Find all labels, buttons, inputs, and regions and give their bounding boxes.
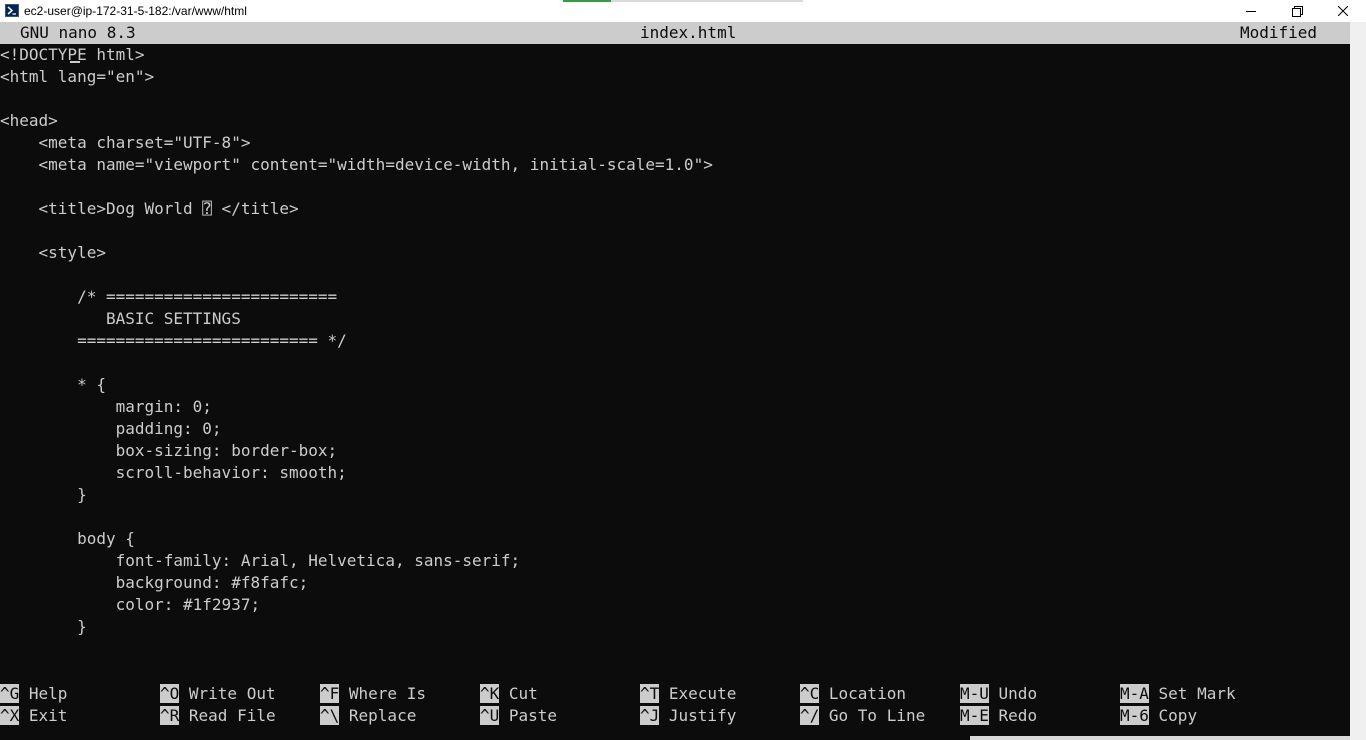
restore-icon [1291,5,1303,17]
shortcut-key: ^\ [320,706,340,725]
close-button[interactable] [1320,0,1366,22]
close-icon [1338,6,1348,16]
scroll-up-arrow[interactable] [1354,26,1362,30]
shortcut-key: M-U [960,684,989,703]
minimize-icon [1246,11,1256,12]
editor-line: ========================= */ [0,331,347,350]
nano-header-bar: GNU nano 8.3 index.html Modified [0,22,1350,44]
minimize-button[interactable] [1228,0,1274,22]
shortcut-label: Undo [988,684,1038,703]
editor-line: <style> [0,243,106,262]
shortcut-item: ^C Location [800,683,906,705]
shortcut-label: Replace [339,706,417,725]
modified-status: Modified [1240,23,1318,42]
tab-indicator [563,0,611,2]
title-bar[interactable]: ec2-user@ip-172-31-5-182:/var/www/html [0,0,1366,22]
shortcut-item: M-6 Copy [1120,705,1197,727]
shortcut-item: ^F Where Is [320,683,426,705]
shortcut-label: Cut [499,684,538,703]
shortcut-item: ^X Exit [0,705,67,727]
shortcut-label: Justify [659,706,737,725]
nano-version: GNU nano 8.3 [20,23,136,42]
editor-line: /* ======================== [0,287,338,306]
shortcut-item: ^J Justify [640,705,736,727]
shortcut-key: ^G [0,684,20,703]
editor-line: box-sizing: border-box; [0,441,338,460]
editor-line: <meta charset="UTF-8"> [0,133,251,152]
shortcut-label: Read File [179,706,276,725]
editor-line: <title>Dog World ⍰ </title> [0,199,299,218]
maximize-button[interactable] [1274,0,1320,22]
shortcut-item: ^/ Go To Line [800,705,925,727]
editor-line: } [0,617,87,636]
shortcut-key: ^T [640,684,660,703]
shortcut-item: ^U Paste [480,705,557,727]
shortcut-key: ^C [800,684,820,703]
shortcut-label: Set Mark [1148,684,1236,703]
shortcut-key: ^R [160,706,180,725]
editor-line: * { [0,375,106,394]
editor-line: body { [0,529,135,548]
shortcut-item: M-A Set Mark [1120,683,1236,705]
editor-line: margin: 0; [0,397,212,416]
shortcut-label: Redo [988,706,1038,725]
powershell-icon [5,4,19,17]
terminal-window: ec2-user@ip-172-31-5-182:/var/www/html G… [0,0,1366,740]
editor-line: font-family: Arial, Helvetica, sans-seri… [0,551,521,570]
shortcut-label: Location [819,684,906,703]
shortcut-key: ^K [480,684,500,703]
shortcut-key: ^F [320,684,340,703]
shortcut-item: ^O Write Out [160,683,276,705]
shortcut-item: ^T Execute [640,683,736,705]
shortcut-label: Execute [659,684,737,703]
editor-line: } [0,485,87,504]
text-cursor [70,61,80,63]
scroll-indicator [970,736,1350,740]
shortcut-key: ^X [0,706,20,725]
shortcut-key: ^U [480,706,500,725]
tab-indicator-track [611,0,803,2]
shortcut-item: ^\ Replace [320,705,416,727]
editor-line: <head> [0,111,58,130]
editor-line: <meta name="viewport" content="width=dev… [0,155,713,174]
shortcut-key: M-A [1120,684,1149,703]
shortcut-item: M-U Undo [960,683,1037,705]
editor-line: BASIC SETTINGS [0,309,241,328]
shortcut-item: M-E Redo [960,705,1037,727]
editor-line: color: #1f2937; [0,595,261,614]
editor-line: <!DOCTYPE html> [0,45,145,64]
editor-line: scroll-behavior: smooth; [0,463,347,482]
shortcut-key: ^J [640,706,660,725]
editor-line: background: #f8fafc; [0,573,309,592]
file-name: index.html [640,23,737,42]
shortcut-key: M-6 [1120,706,1149,725]
window-title: ec2-user@ip-172-31-5-182:/var/www/html [24,4,247,18]
shortcut-label: Write Out [179,684,276,703]
shortcut-label: Paste [499,706,558,725]
shortcut-item: ^K Cut [480,683,538,705]
shortcut-item: ^G Help [0,683,67,705]
shortcut-key: ^O [160,684,180,703]
shortcut-item: ^R Read File [160,705,276,727]
editor-line: <html lang="en"> [0,67,155,86]
shortcut-label: Help [19,684,68,703]
shortcut-label: Where Is [339,684,426,703]
shortcut-label: Go To Line [819,706,926,725]
shortcut-key: M-E [960,706,989,725]
vertical-scrollbar[interactable] [1350,22,1366,740]
shortcut-key: ^/ [800,706,820,725]
editor-line: padding: 0; [0,419,222,438]
terminal-area[interactable]: GNU nano 8.3 index.html Modified <!DOCTY… [0,22,1350,740]
shortcut-label: Exit [19,706,68,725]
shortcut-label: Copy [1148,706,1198,725]
